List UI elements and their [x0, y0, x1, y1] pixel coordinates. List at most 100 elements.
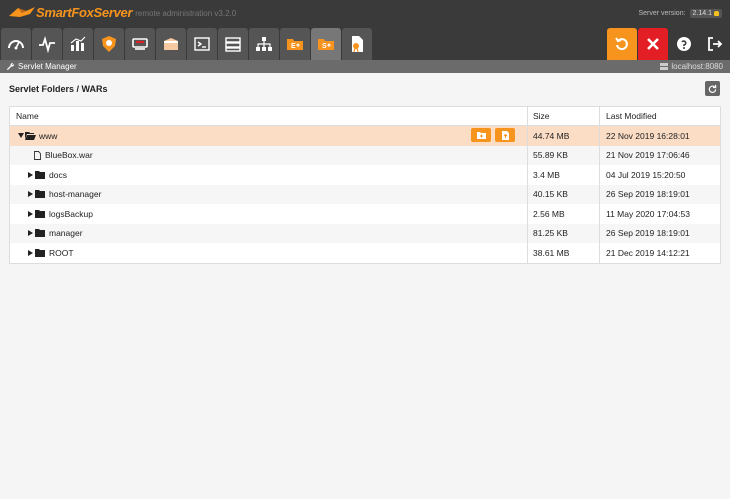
help-button[interactable]	[669, 28, 699, 60]
bell-icon	[714, 11, 719, 16]
name-cell: ROOT	[10, 243, 528, 263]
module-title-group: Servlet Manager	[6, 62, 77, 71]
folder-icon	[35, 229, 46, 238]
name-cell: www	[10, 126, 528, 146]
close-icon	[647, 38, 659, 50]
tab-server[interactable]	[218, 28, 248, 60]
servlet-deploy-icon: S	[318, 39, 334, 50]
refresh-button[interactable]	[705, 81, 720, 96]
logout-icon	[708, 37, 723, 51]
modified-cell: 26 Sep 2019 18:19:01	[606, 189, 690, 200]
table-row[interactable]: ROOT 38.61 MB 21 Dec 2019 14:12:21	[10, 243, 720, 263]
refresh-icon	[708, 84, 717, 93]
tab-hierarchy[interactable]	[249, 28, 279, 60]
table-row[interactable]: manager 81.25 KB 26 Sep 2019 18:19:01	[10, 223, 720, 243]
servlet-table: Name Size Last Modified www 44.74 MB 22 …	[9, 106, 721, 264]
folder-plus-icon	[476, 132, 486, 139]
size-cell: 2.56 MB	[528, 204, 600, 224]
tab-security[interactable]	[94, 28, 124, 60]
servlet-deploy-letter: S	[322, 43, 327, 50]
modified-cell: 11 May 2020 17:04:53	[606, 208, 690, 219]
column-header-size[interactable]: Size	[528, 107, 600, 125]
column-header-name[interactable]: Name	[10, 107, 528, 125]
table-row[interactable]: www 44.74 MB 22 Nov 2019 16:28:01	[10, 126, 720, 146]
extension-deploy-icon: E	[287, 39, 303, 50]
host-address: localhost:8080	[671, 62, 723, 71]
row-name: www	[39, 130, 58, 141]
dashboard-icon	[8, 40, 24, 50]
upload-file-button[interactable]	[495, 128, 515, 142]
file-upload-icon	[501, 130, 509, 140]
top-actions	[607, 28, 730, 60]
size-cell: 44.74 MB	[528, 126, 600, 146]
tab-analytics[interactable]	[63, 28, 93, 60]
virus-shield-icon	[102, 36, 116, 52]
host-info: localhost:8080	[660, 62, 723, 71]
modified-cell: 22 Nov 2019 16:28:01	[606, 130, 690, 141]
caret-right-icon[interactable]	[26, 171, 35, 178]
logout-button[interactable]	[700, 28, 730, 60]
name-cell: docs	[10, 165, 528, 185]
caret-right-icon[interactable]	[26, 191, 35, 198]
name-cell: BlueBox.war	[10, 145, 528, 165]
tab-console[interactable]	[187, 28, 217, 60]
size-cell: 40.15 KB	[528, 184, 600, 204]
size-cell: 38.61 MB	[528, 243, 600, 263]
table-row[interactable]: docs 3.4 MB 04 Jul 2019 15:20:50	[10, 165, 720, 185]
console-icon	[194, 37, 210, 51]
row-name: host-manager	[49, 189, 102, 200]
halt-button[interactable]	[638, 28, 668, 60]
row-name: docs	[49, 169, 67, 180]
row-name: ROOT	[49, 247, 74, 258]
modified-cell: 21 Nov 2019 17:06:46	[606, 150, 690, 161]
version-badge[interactable]: 2.14.1	[689, 9, 722, 18]
table-header: Name Size Last Modified	[10, 107, 720, 126]
modified-cell: 04 Jul 2019 15:20:50	[606, 169, 686, 180]
top-bar: SmartFoxServer remote administration v3.…	[0, 0, 730, 60]
tab-license[interactable]	[342, 28, 372, 60]
folder-icon	[35, 190, 46, 199]
table-row[interactable]: logsBackup 2.56 MB 11 May 2020 17:04:53	[10, 204, 720, 224]
tab-banned-users[interactable]	[125, 28, 155, 60]
bannedusers-icon	[132, 38, 148, 50]
row-name: logsBackup	[49, 208, 93, 219]
license-icon	[352, 36, 363, 53]
logo-subtitle: remote administration v3.2.0	[135, 9, 237, 18]
folder-open-icon	[25, 131, 36, 141]
server-version: Server version: 2.14.1	[638, 9, 722, 18]
caret-right-icon[interactable]	[26, 249, 35, 256]
file-icon	[34, 150, 42, 160]
analytics-icon	[70, 36, 86, 51]
name-cell: host-manager	[10, 184, 528, 204]
folder-icon	[35, 209, 46, 218]
new-folder-button[interactable]	[471, 128, 491, 142]
table-row[interactable]: host-manager 40.15 KB 26 Sep 2019 18:19:…	[10, 184, 720, 204]
server-icon	[225, 37, 241, 52]
column-header-modified[interactable]: Last Modified	[600, 107, 720, 125]
tab-monitor[interactable]	[32, 28, 62, 60]
caret-right-icon[interactable]	[26, 230, 35, 237]
wrench-icon	[6, 62, 15, 71]
tab-servlet-deployer[interactable]: S	[311, 28, 341, 60]
name-cell: logsBackup	[10, 204, 528, 224]
module-tabs: E S	[1, 28, 372, 60]
row-actions	[471, 128, 515, 142]
restart-button[interactable]	[607, 28, 637, 60]
module-title: Servlet Manager	[18, 62, 77, 71]
caret-down-icon[interactable]	[16, 133, 25, 139]
table-row[interactable]: BlueBox.war 55.89 KB 21 Nov 2019 17:06:4…	[10, 145, 720, 165]
row-name: BlueBox.war	[45, 150, 93, 161]
monitor-pulse-icon	[39, 35, 55, 53]
version-value: 2.14.1	[692, 10, 712, 17]
modified-cell: 26 Sep 2019 18:19:01	[606, 228, 690, 239]
zone-box-icon	[164, 38, 178, 50]
name-cell: manager	[10, 223, 528, 243]
tab-zone-config[interactable]	[156, 28, 186, 60]
caret-right-icon[interactable]	[26, 210, 35, 217]
server-version-label: Server version:	[638, 10, 686, 17]
server-small-icon	[660, 63, 669, 70]
extension-deploy-letter: E	[291, 43, 296, 50]
tab-dashboard[interactable]	[1, 28, 31, 60]
tab-extension-deployer[interactable]: E	[280, 28, 310, 60]
size-cell: 55.89 KB	[528, 145, 600, 165]
